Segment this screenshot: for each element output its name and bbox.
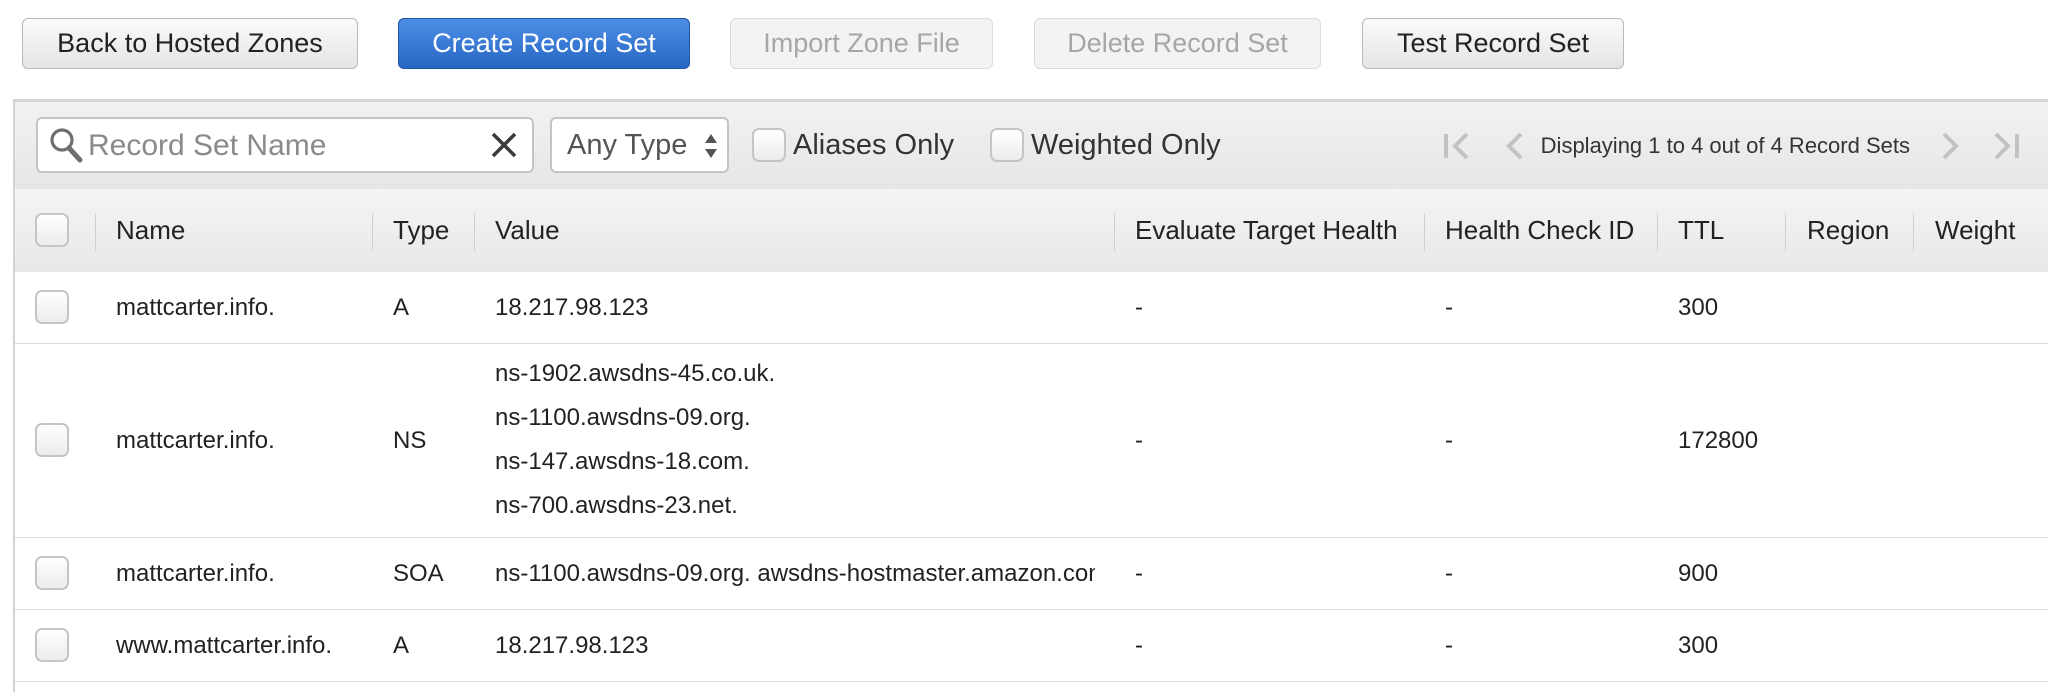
search-icon	[50, 128, 83, 163]
row-checkbox[interactable]	[35, 423, 69, 457]
column-divider	[95, 213, 96, 251]
column-divider	[1114, 213, 1115, 251]
health-check-id: -	[1445, 293, 1453, 321]
record-value: ns-1100.awsdns-09.org. awsdns-hostmaster…	[495, 559, 1095, 587]
import-zone-file-button[interactable]: Import Zone File	[730, 18, 993, 69]
column-divider	[1657, 213, 1658, 251]
column-header-ttl[interactable]: TTL	[1678, 189, 1724, 272]
weighted-only-checkbox[interactable]	[990, 128, 1024, 162]
record-name: www.mattcarter.info.	[116, 631, 333, 659]
record-type: NS	[393, 426, 427, 454]
record-type: A	[393, 293, 410, 321]
record-value: ns-1902.awsdns-45.co.uk.	[495, 360, 776, 387]
health-check-id: -	[1445, 426, 1453, 454]
record-value: 18.217.98.123	[495, 631, 649, 659]
record-value-list: ns-1902.awsdns-45.co.uk. ns-1100.awsdns-…	[495, 352, 775, 528]
record-ttl: 900	[1678, 559, 1719, 587]
record-ttl: 300	[1678, 631, 1719, 659]
evaluate-target-health: -	[1135, 293, 1143, 321]
column-divider	[474, 213, 475, 251]
table-header: Name Type Value Evaluate Target Health H…	[15, 189, 2048, 273]
table-row[interactable]: mattcarter.info. NS ns-1902.awsdns-45.co…	[15, 344, 2048, 538]
aliases-only-checkbox[interactable]	[752, 128, 786, 162]
aliases-only-label: Aliases Only	[793, 128, 955, 161]
record-name: mattcarter.info.	[116, 293, 275, 321]
column-divider	[1424, 213, 1425, 251]
column-header-name[interactable]: Name	[116, 189, 185, 272]
health-check-id: -	[1445, 631, 1453, 659]
delete-record-set-button[interactable]: Delete Record Set	[1034, 18, 1321, 69]
filter-bar: Any Type Aliases Only Weighted Only Disp…	[15, 102, 2048, 190]
test-record-set-button[interactable]: Test Record Set	[1362, 18, 1624, 69]
column-header-weight[interactable]: Weight	[1935, 189, 2015, 272]
column-divider	[372, 213, 373, 251]
column-header-health-check-id[interactable]: Health Check ID	[1445, 189, 1634, 272]
pagination: Displaying 1 to 4 out of 4 Record Sets	[1439, 126, 2024, 166]
record-type: A	[393, 631, 410, 659]
column-divider	[1785, 213, 1786, 251]
column-header-region[interactable]: Region	[1807, 189, 1889, 272]
column-divider	[1913, 213, 1914, 251]
evaluate-target-health: -	[1135, 559, 1143, 587]
row-checkbox[interactable]	[35, 556, 69, 590]
back-to-hosted-zones-button[interactable]: Back to Hosted Zones	[22, 18, 358, 69]
select-arrows-icon	[705, 134, 717, 158]
weighted-only-label: Weighted Only	[1031, 128, 1221, 161]
evaluate-target-health: -	[1135, 631, 1143, 659]
table-row[interactable]: mattcarter.info. SOA ns-1100.awsdns-09.o…	[15, 538, 2048, 610]
first-page-icon[interactable]	[1439, 129, 1475, 163]
prev-page-icon[interactable]	[1499, 129, 1533, 163]
record-name: mattcarter.info.	[116, 559, 275, 587]
row-checkbox[interactable]	[35, 290, 69, 324]
pagination-text: Displaying 1 to 4 out of 4 Record Sets	[1540, 133, 1910, 158]
search-box	[36, 117, 534, 173]
row-checkbox[interactable]	[35, 628, 69, 662]
column-header-evaluate-target-health[interactable]: Evaluate Target Health	[1135, 189, 1398, 272]
record-ttl: 172800	[1678, 426, 1759, 454]
record-type-select-value: Any Type	[567, 128, 688, 161]
health-check-id: -	[1445, 559, 1453, 587]
table-row[interactable]: www.mattcarter.info. A 18.217.98.123 - -…	[15, 610, 2048, 682]
record-set-name-input[interactable]	[88, 127, 468, 165]
evaluate-target-health: -	[1135, 426, 1143, 454]
aliases-only-filter[interactable]: Aliases Only	[752, 128, 954, 162]
record-value: ns-700.awsdns-23.net.	[495, 492, 738, 519]
last-page-icon[interactable]	[1988, 129, 2024, 163]
select-all-checkbox[interactable]	[35, 213, 69, 247]
record-type-select[interactable]: Any Type	[550, 117, 729, 173]
record-ttl: 300	[1678, 293, 1719, 321]
table-row[interactable]: mattcarter.info. A 18.217.98.123 - - 300	[15, 272, 2048, 344]
next-page-icon[interactable]	[1932, 129, 1966, 163]
clear-search-icon[interactable]	[486, 127, 522, 163]
record-value: ns-147.awsdns-18.com.	[495, 448, 750, 475]
record-value: ns-1100.awsdns-09.org.	[495, 404, 751, 431]
record-value: 18.217.98.123	[495, 293, 649, 321]
column-header-value[interactable]: Value	[495, 189, 560, 272]
record-sets-panel: Any Type Aliases Only Weighted Only Disp…	[13, 99, 2048, 692]
weighted-only-filter[interactable]: Weighted Only	[990, 128, 1221, 162]
create-record-set-button[interactable]: Create Record Set	[398, 18, 690, 69]
record-type: SOA	[393, 559, 444, 587]
column-header-type[interactable]: Type	[393, 189, 449, 272]
record-name: mattcarter.info.	[116, 426, 275, 454]
